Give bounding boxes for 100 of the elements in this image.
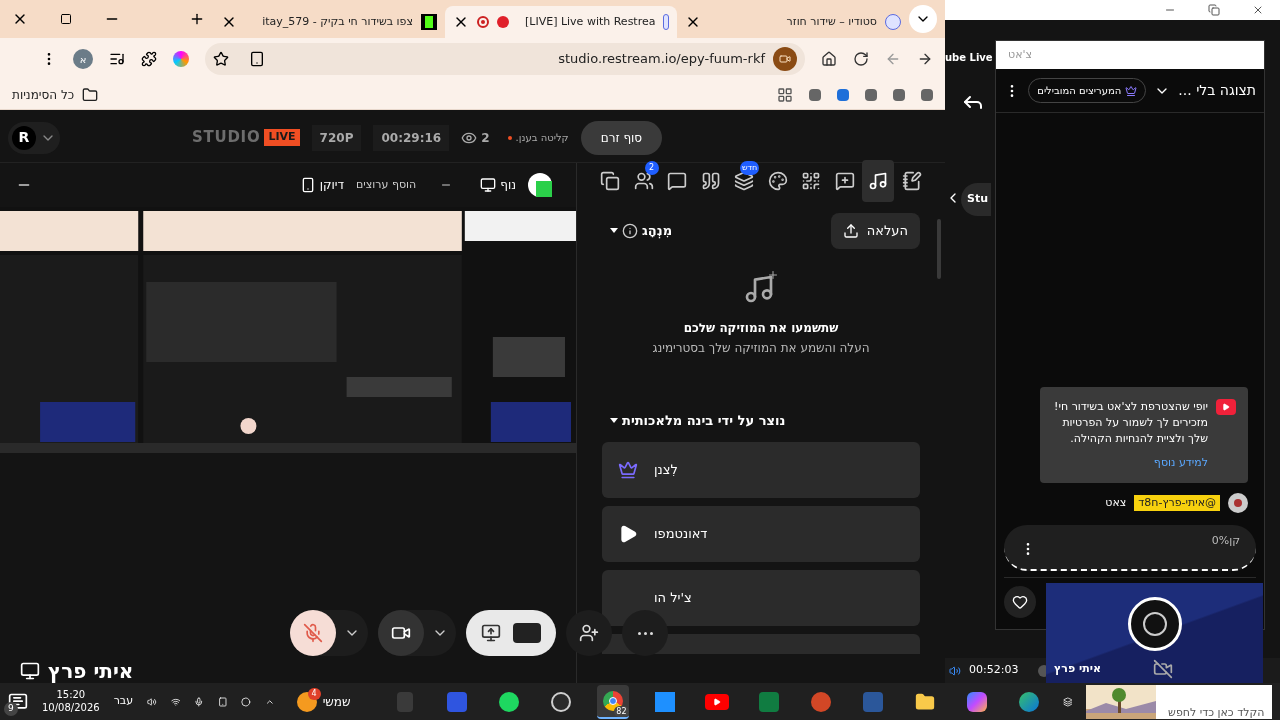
add-channels-button[interactable]: הוסף ערוצים bbox=[356, 176, 417, 194]
panel-tab[interactable]: 2 bbox=[627, 160, 660, 202]
search-box[interactable]: הקלד כאן כדי לחפש bbox=[1086, 684, 1272, 719]
bookmark-star-icon[interactable] bbox=[213, 51, 229, 67]
camera-off-icon bbox=[1152, 659, 1173, 679]
studio-pill[interactable]: Stu bbox=[961, 183, 991, 216]
track-item[interactable]: דאונטמפו bbox=[602, 506, 920, 562]
tab-badge: חדש bbox=[740, 161, 760, 175]
section-header[interactable]: נוצר על ידי בינה מלאכותית bbox=[610, 410, 786, 430]
presenter-name: איתי פרץ bbox=[48, 661, 134, 681]
crown-icon bbox=[618, 460, 638, 480]
extensions-icon[interactable] bbox=[141, 51, 157, 67]
clock-date: 10/08/2026 bbox=[42, 701, 100, 714]
share-screen-icon bbox=[481, 623, 501, 643]
screen-share-button[interactable] bbox=[466, 610, 556, 656]
cloud-status: קליטה בענן. bbox=[515, 131, 569, 145]
camera-icon bbox=[773, 47, 797, 71]
elapsed-time: 00:29:16 bbox=[373, 124, 450, 151]
panel-tab[interactable] bbox=[862, 160, 895, 202]
like-button[interactable] bbox=[1004, 585, 1036, 618]
learn-more-link[interactable]: למידע נוסף bbox=[1052, 454, 1208, 471]
all-bookmarks-button[interactable]: כל הסימניות bbox=[12, 85, 99, 104]
tab-fragment[interactable]: ube Live bbox=[945, 50, 993, 65]
spreadsheet-icon bbox=[758, 691, 779, 712]
layers-icon bbox=[734, 171, 755, 191]
copy-icon bbox=[600, 171, 621, 191]
play-icon bbox=[618, 524, 638, 544]
window-icon bbox=[654, 691, 675, 712]
color-extension-icon[interactable] bbox=[173, 51, 189, 67]
section-header[interactable]: מִנְהָג bbox=[610, 221, 673, 241]
slides-icon bbox=[810, 691, 831, 712]
cast-icon[interactable] bbox=[249, 51, 265, 67]
home-icon[interactable] bbox=[821, 51, 837, 67]
music-icon bbox=[868, 171, 889, 191]
tab-list-button[interactable] bbox=[909, 5, 937, 33]
maximize-icon[interactable] bbox=[60, 13, 72, 25]
invite-button[interactable] bbox=[566, 610, 612, 656]
weather-badge: 4 bbox=[307, 687, 321, 700]
track-title: צ'יל הו bbox=[654, 589, 692, 608]
caret-icon bbox=[610, 417, 618, 423]
message-text: צאט bbox=[1105, 494, 1127, 511]
mic-button[interactable] bbox=[290, 610, 336, 656]
bookmark-icon[interactable] bbox=[837, 88, 849, 101]
apps-icon[interactable] bbox=[777, 86, 793, 103]
participant-name: איתי פרץ bbox=[1054, 660, 1101, 677]
track-item[interactable]: לִצנן bbox=[602, 442, 920, 498]
taskbar-app[interactable]: 82 bbox=[596, 684, 629, 719]
track-title: לִצנן bbox=[654, 461, 678, 480]
weather-icon[interactable] bbox=[296, 691, 317, 712]
account-menu[interactable]: R bbox=[8, 121, 60, 154]
spotify-icon bbox=[498, 691, 519, 712]
search-placeholder: הקלד כאן כדי לחפש bbox=[1168, 705, 1265, 719]
avatar[interactable] bbox=[528, 173, 552, 197]
address-bar[interactable]: studio.restream.io/epy-fuum-rkf bbox=[205, 43, 805, 75]
user-avatar bbox=[1228, 493, 1248, 513]
track-title: דאונטמפו bbox=[654, 525, 708, 544]
layout-button[interactable]: נוף bbox=[480, 176, 516, 194]
viewer-count: 2 bbox=[481, 129, 490, 147]
more-icon bbox=[637, 631, 653, 635]
language-indicator[interactable]: עבר bbox=[113, 693, 134, 710]
new-tab-icon[interactable] bbox=[189, 11, 205, 27]
bookmark-icon[interactable] bbox=[893, 88, 905, 101]
bookmark-icon[interactable] bbox=[921, 88, 933, 101]
reload-icon[interactable] bbox=[853, 51, 869, 67]
close-icon[interactable] bbox=[1252, 4, 1264, 16]
notification-count: 9 bbox=[4, 702, 18, 716]
favicon-icon bbox=[663, 14, 669, 30]
tab-title: itay_579 - צפו בשידור חי בקיק bbox=[262, 13, 413, 30]
weather-text[interactable]: שמשי bbox=[322, 692, 351, 711]
panel-tab[interactable]: חדש bbox=[728, 160, 761, 202]
app-icon bbox=[396, 691, 413, 712]
screen-icon bbox=[20, 661, 40, 681]
browser-tab[interactable]: [LIVE] Live with Restrea bbox=[445, 6, 677, 38]
layout-button[interactable]: דיוקן bbox=[299, 176, 344, 194]
track-item[interactable]: צ'יל הו bbox=[602, 570, 920, 626]
upload-button[interactable]: העלאה bbox=[830, 213, 920, 249]
people-icon bbox=[633, 171, 654, 191]
forward-icon[interactable] bbox=[917, 51, 933, 67]
mic-off-icon bbox=[303, 623, 323, 643]
edge-icon bbox=[1018, 691, 1039, 712]
profile-avatar[interactable]: א bbox=[73, 49, 93, 69]
end-stream-button[interactable]: סוף זרם bbox=[580, 120, 663, 155]
browser-tab[interactable]: סטודיו – שידור חוזר bbox=[677, 6, 909, 38]
notifications-icon[interactable] bbox=[8, 691, 28, 712]
view-dropdown[interactable]: תצוגה בלי ... bbox=[1154, 80, 1256, 101]
folder-icon bbox=[914, 691, 935, 712]
camera-button[interactable] bbox=[378, 610, 424, 656]
restore-icon[interactable] bbox=[1208, 4, 1220, 16]
bookmark-icon[interactable] bbox=[865, 88, 877, 101]
empty-title: שתשמעו את המוזיקה שלכם bbox=[683, 319, 839, 337]
tab-title: סטודיו – שידור חוזר bbox=[786, 13, 877, 30]
live-badge: LIVE bbox=[264, 129, 300, 146]
bookmark-icon[interactable] bbox=[809, 88, 821, 101]
chat-input[interactable]: קן bbox=[1229, 533, 1240, 550]
info-icon bbox=[622, 222, 638, 239]
media-icon[interactable] bbox=[109, 51, 125, 67]
app-badge: 82 bbox=[614, 705, 629, 717]
obs-icon bbox=[550, 691, 571, 712]
browser-tab[interactable]: itay_579 - צפו בשידור חי בקיק bbox=[213, 6, 445, 38]
notes-icon bbox=[902, 171, 922, 191]
